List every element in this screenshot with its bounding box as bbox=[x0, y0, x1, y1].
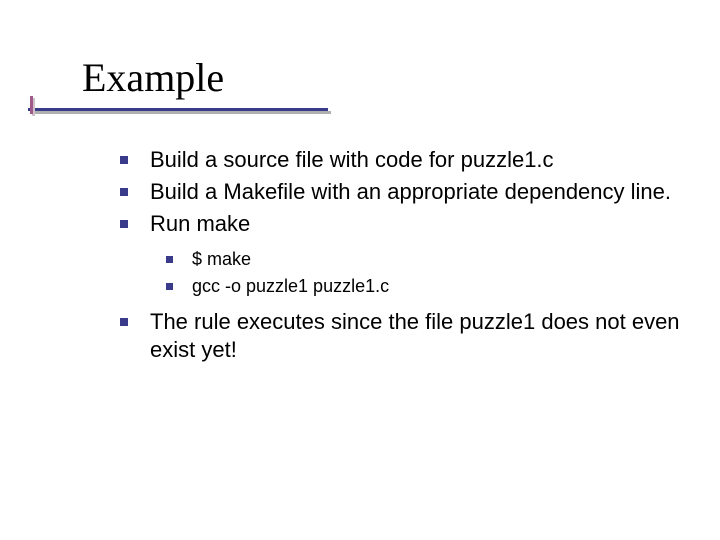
slide-body: Build a source file with code for puzzle… bbox=[120, 146, 680, 368]
slide-title: Example bbox=[82, 54, 224, 101]
title-underline bbox=[28, 108, 328, 111]
sub-bullet-list: $ make gcc -o puzzle1 puzzle1.c bbox=[166, 248, 680, 297]
bullet-item: The rule executes since the file puzzle1… bbox=[120, 308, 680, 364]
sub-bullet-text: gcc -o puzzle1 puzzle1.c bbox=[192, 276, 389, 296]
bullet-text: The rule executes since the file puzzle1… bbox=[150, 309, 680, 362]
bullet-list: Build a source file with code for puzzle… bbox=[120, 146, 680, 364]
bullet-item: Build a Makefile with an appropriate dep… bbox=[120, 178, 680, 206]
bullet-text: Build a Makefile with an appropriate dep… bbox=[150, 179, 671, 204]
sub-bullet-item: gcc -o puzzle1 puzzle1.c bbox=[166, 275, 680, 298]
bullet-item: Build a source file with code for puzzle… bbox=[120, 146, 680, 174]
bullet-text: Build a source file with code for puzzle… bbox=[150, 147, 554, 172]
title-wrap: Example bbox=[82, 54, 224, 101]
sub-bullet-text: $ make bbox=[192, 249, 251, 269]
sub-bullet-item: $ make bbox=[166, 248, 680, 271]
bullet-item: Run make $ make gcc -o puzzle1 puzzle1.c bbox=[120, 210, 680, 297]
title-accent-tick bbox=[30, 96, 33, 114]
bullet-text: Run make bbox=[150, 211, 250, 236]
slide: Example Build a source file with code fo… bbox=[0, 0, 720, 540]
